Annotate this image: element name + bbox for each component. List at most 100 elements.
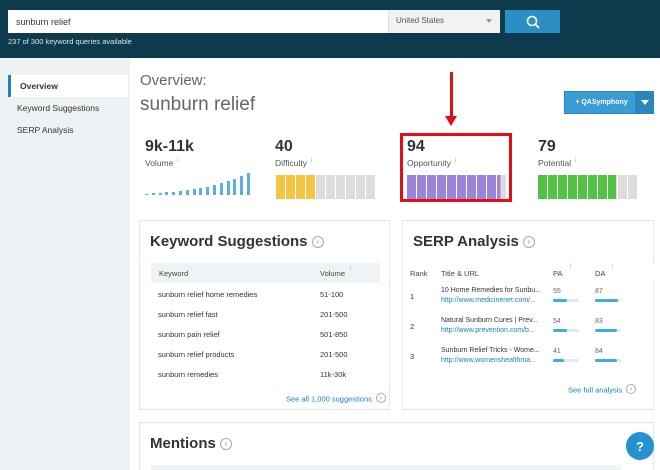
- info-icon[interactable]: i: [612, 264, 613, 270]
- table-header: Keyword Volume i: [151, 263, 380, 283]
- country-select-label: United States: [396, 16, 445, 25]
- potential-value: 79: [538, 138, 556, 155]
- volume-cell: 201-500: [320, 350, 348, 359]
- sidebar: Overview Keyword Suggestions SERP Analys…: [0, 58, 130, 470]
- score-segment: [306, 175, 315, 199]
- score-segment: [628, 175, 637, 199]
- score-segment: [538, 175, 547, 199]
- column-title-url[interactable]: Title & URL: [441, 269, 479, 278]
- volume-trend-bar: [158, 193, 162, 195]
- serp-analysis-card: SERP Analysis › Rank Title & URL PA i DA …: [402, 220, 654, 410]
- score-segment: [286, 175, 295, 199]
- serp-url-link[interactable]: http://www.medicinenet.com/...: [441, 297, 536, 304]
- info-icon[interactable]: i: [350, 266, 351, 272]
- mentions-table-header: [151, 465, 621, 470]
- pa-bar-fill: [553, 299, 568, 302]
- chevron-down-icon: [640, 100, 649, 105]
- mentions-title: Mentions: [150, 435, 216, 452]
- annotation-highlight-box: [400, 133, 512, 202]
- keyword-cell[interactable]: sunburn relief products: [158, 350, 234, 359]
- keyword-cell[interactable]: sunburn relief fast: [158, 310, 218, 319]
- score-segment: [568, 175, 577, 199]
- info-icon[interactable]: i: [311, 158, 312, 164]
- column-pa[interactable]: PA: [553, 269, 562, 278]
- serp-url-link[interactable]: http://www.womenshealthma...: [441, 357, 536, 364]
- column-volume[interactable]: Volume: [320, 269, 345, 278]
- column-rank[interactable]: Rank: [410, 269, 428, 278]
- card-title: Keyword Suggestions ›: [150, 233, 324, 250]
- sidebar-item-keyword-suggestions[interactable]: Keyword Suggestions: [8, 97, 128, 119]
- score-segment: [608, 175, 617, 199]
- volume-trend-bar: [151, 193, 155, 195]
- queries-available: 237 of 300 keyword queries available: [8, 37, 132, 46]
- score-segment: [548, 175, 557, 199]
- volume-trend-bar: [145, 194, 148, 195]
- top-bar: United States 237 of 300 keyword queries…: [0, 0, 660, 58]
- info-icon[interactable]: i: [575, 158, 576, 164]
- volume-trend-bar: [240, 176, 244, 195]
- help-chat-button[interactable]: ?: [626, 432, 654, 460]
- sidebar-item-overview[interactable]: Overview: [8, 75, 128, 97]
- see-full-analysis-link[interactable]: See full analysis ›: [568, 384, 637, 395]
- qasymphony-button[interactable]: + QASymphony: [564, 91, 639, 114]
- info-icon[interactable]: i: [177, 158, 178, 164]
- keyword-row[interactable]: sunburn relief fast: [158, 310, 218, 319]
- volume-trend-bar: [165, 192, 169, 195]
- da-bar: [595, 359, 621, 362]
- qasymphony-dropdown-button[interactable]: [635, 91, 654, 114]
- sidebar-item-serp-analysis[interactable]: SERP Analysis: [8, 119, 128, 141]
- keyword-row[interactable]: sunburn relief home remedies: [158, 290, 257, 299]
- da-value: 84: [595, 348, 603, 355]
- card-title: Mentions ›: [150, 435, 232, 452]
- column-da[interactable]: DA: [595, 269, 605, 278]
- chevron-right-icon: ›: [375, 393, 386, 403]
- search-icon: [526, 15, 540, 29]
- annotation-arrow-head: [445, 116, 457, 126]
- score-segment: [326, 175, 335, 199]
- volume-trend-bar: [185, 190, 189, 195]
- keyword-row[interactable]: sunburn remedies: [158, 370, 218, 379]
- volume-trend-bar: [233, 179, 237, 195]
- score-segment: [618, 175, 627, 199]
- search-button[interactable]: [505, 10, 560, 33]
- keyword-cell[interactable]: sunburn remedies: [158, 370, 218, 379]
- keyword-row[interactable]: sunburn pain relief: [158, 330, 220, 339]
- volume-trend-bars: [145, 171, 255, 195]
- info-icon[interactable]: i: [570, 264, 571, 270]
- pa-bar: [553, 359, 579, 362]
- score-segment: [578, 175, 587, 199]
- keyword-row[interactable]: sunburn relief products: [158, 350, 234, 359]
- score-segment: [366, 175, 375, 199]
- search-input[interactable]: [8, 10, 388, 33]
- serp-title-cell: Natural Sunburn Cures | Prev...: [441, 317, 539, 324]
- table-header: Rank Title & URL PA i DA i: [403, 263, 654, 283]
- potential-score-bar: [538, 175, 637, 199]
- overview-label: Overview:: [140, 72, 207, 89]
- main-panel: Overview: sunburn relief + QASymphony 9k…: [130, 58, 660, 470]
- see-all-suggestions-label: See all 1,000 suggestions: [286, 394, 372, 404]
- keyword-suggestions-title: Keyword Suggestions: [150, 233, 308, 250]
- volume-trend-bar: [219, 183, 223, 195]
- serp-url-link[interactable]: http://www.prevention.com/b...: [441, 327, 535, 334]
- keyword-cell[interactable]: sunburn pain relief: [158, 330, 220, 339]
- page-title: sunburn relief: [140, 94, 256, 115]
- country-select[interactable]: United States: [388, 10, 500, 33]
- score-segment: [346, 175, 355, 199]
- score-segment: [356, 175, 365, 199]
- metric-difficulty: 40 Difficulty i: [275, 138, 312, 168]
- da-bar-fill: [595, 359, 617, 362]
- da-bar: [595, 299, 621, 302]
- score-segment: [316, 175, 325, 199]
- see-all-suggestions-link[interactable]: See all 1,000 suggestions ›: [286, 393, 386, 404]
- column-keyword[interactable]: Keyword: [159, 269, 188, 278]
- chevron-right-icon[interactable]: ›: [219, 437, 232, 450]
- score-segment: [598, 175, 607, 199]
- pa-bar-fill: [553, 329, 568, 332]
- chevron-right-icon[interactable]: ›: [311, 235, 324, 248]
- score-segment: [558, 175, 567, 199]
- keyword-cell[interactable]: sunburn relief home remedies: [158, 290, 257, 299]
- rank-cell: 2: [410, 322, 415, 331]
- chevron-right-icon[interactable]: ›: [522, 235, 535, 248]
- metric-potential: 79 Potential i: [538, 138, 576, 168]
- pa-bar-fill: [553, 359, 564, 362]
